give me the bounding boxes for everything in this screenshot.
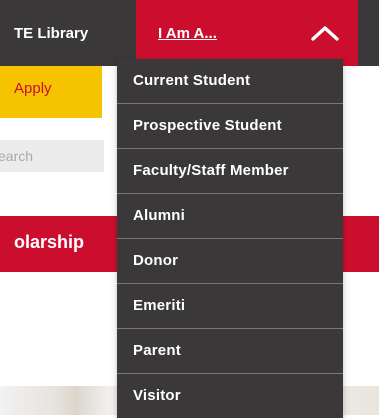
library-link[interactable]: TE Library xyxy=(14,20,88,48)
menu-item-label: Visitor xyxy=(133,387,181,404)
menu-item-prospective-student[interactable]: Prospective Student xyxy=(117,104,343,149)
menu-item-faculty-staff-member[interactable]: Faculty/Staff Member xyxy=(117,149,343,194)
menu-item-alumni[interactable]: Alumni xyxy=(117,194,343,239)
apply-button[interactable]: Apply xyxy=(0,66,102,118)
menu-item-label: Donor xyxy=(133,252,179,269)
apply-button-label: Apply xyxy=(14,80,52,97)
menu-item-label: Current Student xyxy=(133,72,251,89)
menu-item-emeriti[interactable]: Emeriti xyxy=(117,284,343,329)
topbar-right-edge xyxy=(358,0,379,66)
top-navigation-bar: TE Library I Am A... xyxy=(0,0,379,66)
i-am-a-dropdown-menu: Current Student Prospective Student Facu… xyxy=(117,59,343,418)
menu-item-label: Prospective Student xyxy=(133,117,282,134)
menu-item-label: Faculty/Staff Member xyxy=(133,162,289,179)
search-input[interactable] xyxy=(0,140,104,172)
i-am-a-label: I Am A... xyxy=(158,25,217,42)
menu-item-current-student[interactable]: Current Student xyxy=(117,59,343,104)
menu-item-donor[interactable]: Donor xyxy=(117,239,343,284)
i-am-a-toggle[interactable]: I Am A... xyxy=(136,0,358,66)
menu-item-parent[interactable]: Parent xyxy=(117,329,343,374)
menu-item-label: Alumni xyxy=(133,207,186,224)
menu-item-visitor[interactable]: Visitor xyxy=(117,374,343,418)
chevron-up-icon xyxy=(311,26,339,41)
menu-item-label: Emeriti xyxy=(133,297,186,314)
search-box xyxy=(0,140,104,172)
menu-item-label: Parent xyxy=(133,342,181,359)
scholarship-banner-text: olarship xyxy=(14,232,85,252)
